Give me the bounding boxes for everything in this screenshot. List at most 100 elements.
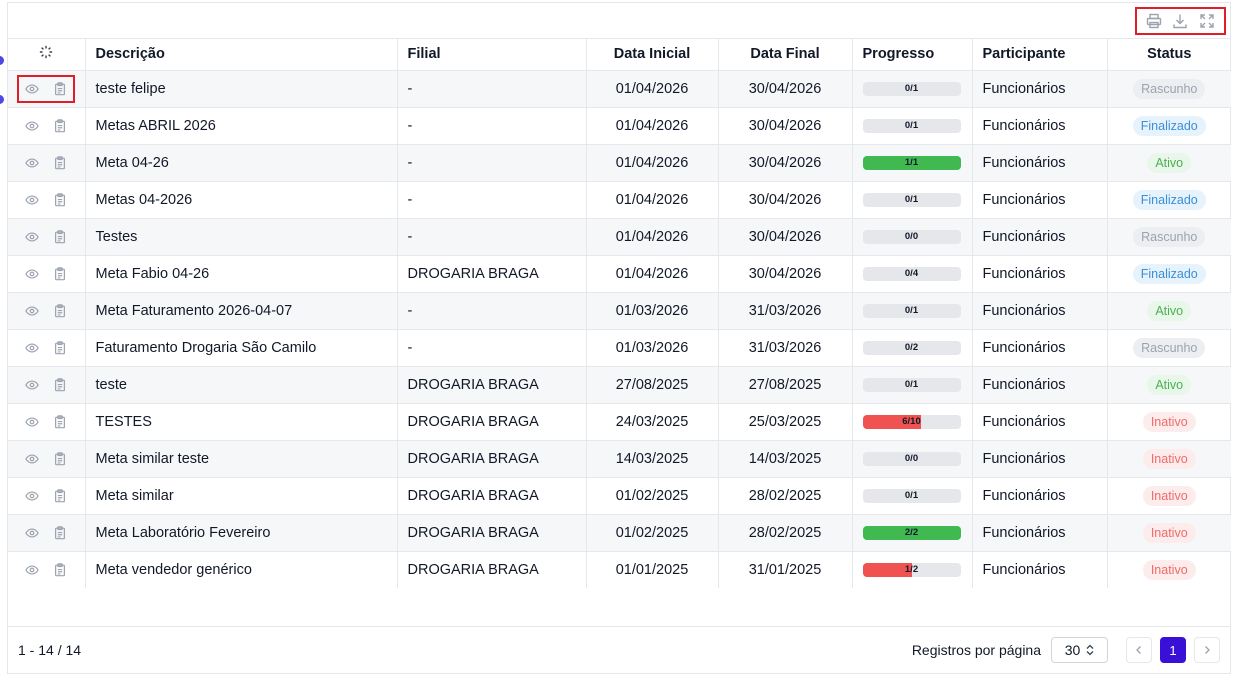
clipboard-icon[interactable]	[53, 303, 67, 318]
eye-icon[interactable]	[25, 415, 40, 429]
clipboard-icon[interactable]	[53, 229, 67, 244]
eye-icon[interactable]	[25, 82, 40, 96]
row-actions-cell	[8, 292, 86, 330]
status-badge: Finalizado	[1132, 115, 1206, 136]
table-row[interactable]: Meta vendedor genérico DROGARIA BRAGA 01…	[8, 551, 1231, 588]
row-actions-cell	[8, 218, 86, 256]
clipboard-icon[interactable]	[53, 563, 67, 577]
table-row[interactable]: Metas 04-2026 - 01/04/2026 30/04/2026 0/…	[8, 181, 1231, 219]
clipboard-icon[interactable]	[53, 266, 67, 281]
table-row[interactable]: Testes - 01/04/2026 30/04/2026 0/0 Funci…	[8, 218, 1231, 256]
cell-data-inicial: 01/03/2026	[586, 329, 719, 367]
table-row[interactable]: Faturamento Drogaria São Camilo - 01/03/…	[8, 329, 1231, 367]
status-badge: Inativo	[1142, 448, 1196, 469]
clipboard-icon[interactable]	[53, 192, 67, 207]
progress-label: 1/2	[904, 563, 919, 575]
table-row[interactable]: Meta 04-26 - 01/04/2026 30/04/2026 1/1 F…	[8, 144, 1231, 182]
cell-progresso: 1/1	[852, 144, 973, 182]
clipboard-icon[interactable]	[53, 377, 67, 392]
cell-data-final: 31/03/2026	[718, 292, 853, 330]
prev-page-button[interactable]	[1126, 637, 1152, 663]
eye-icon[interactable]	[25, 489, 40, 503]
cell-data-inicial: 01/03/2026	[586, 292, 719, 330]
next-page-button[interactable]	[1194, 637, 1220, 663]
table-row[interactable]: TESTES DROGARIA BRAGA 24/03/2025 25/03/2…	[8, 403, 1231, 441]
cell-progresso: 0/1	[852, 107, 973, 145]
column-header-participante[interactable]: Participante	[972, 39, 1108, 71]
clipboard-icon[interactable]	[53, 488, 67, 503]
clipboard-icon[interactable]	[53, 118, 67, 133]
fullscreen-icon[interactable]	[1197, 11, 1217, 31]
table-row[interactable]: Meta similar DROGARIA BRAGA 01/02/2025 2…	[8, 477, 1231, 515]
cell-filial: DROGARIA BRAGA	[397, 440, 587, 478]
eye-icon[interactable]	[25, 119, 40, 133]
clipboard-icon[interactable]	[53, 81, 67, 96]
download-icon[interactable]	[1170, 11, 1190, 31]
print-icon[interactable]	[1144, 11, 1164, 31]
progress-bar: 1/1	[862, 155, 961, 170]
eye-icon[interactable]	[25, 193, 40, 207]
table-row[interactable]: Metas ABRIL 2026 - 01/04/2026 30/04/2026…	[8, 107, 1231, 145]
cell-participante: Funcionários	[972, 440, 1108, 478]
clipboard-icon[interactable]	[53, 525, 67, 540]
cell-descricao: Metas 04-2026	[85, 181, 398, 219]
eye-icon[interactable]	[25, 452, 40, 466]
eye-icon[interactable]	[25, 526, 40, 540]
page-button-current[interactable]: 1	[1160, 637, 1186, 663]
status-badge: Inativo	[1142, 485, 1196, 506]
cell-data-final: 28/02/2025	[718, 514, 853, 552]
eye-icon[interactable]	[25, 378, 40, 392]
row-actions-cell	[8, 107, 86, 145]
eye-icon[interactable]	[25, 156, 40, 170]
table-row[interactable]: Meta Fabio 04-26 DROGARIA BRAGA 01/04/20…	[8, 255, 1231, 293]
eye-icon[interactable]	[25, 563, 40, 577]
clipboard-icon[interactable]	[53, 340, 67, 355]
column-header-status[interactable]: Status	[1107, 39, 1231, 71]
cell-status: Ativo	[1107, 144, 1231, 182]
cell-progresso: 0/1	[852, 366, 973, 404]
column-header-data-final[interactable]: Data Final	[718, 39, 853, 71]
column-header-data-inicial[interactable]: Data Inicial	[586, 39, 719, 71]
column-header-filial[interactable]: Filial	[397, 39, 587, 71]
cell-descricao: Faturamento Drogaria São Camilo	[85, 329, 398, 367]
table-row[interactable]: teste felipe - 01/04/2026 30/04/2026 0/1…	[8, 70, 1231, 108]
cell-descricao: Meta Fabio 04-26	[85, 255, 398, 293]
table-row[interactable]: Meta similar teste DROGARIA BRAGA 14/03/…	[8, 440, 1231, 478]
cell-data-inicial: 01/02/2025	[586, 477, 719, 515]
eye-icon[interactable]	[25, 267, 40, 281]
progress-bar: 0/1	[862, 303, 961, 318]
cell-data-final: 30/04/2026	[718, 144, 853, 182]
clipboard-icon[interactable]	[53, 414, 67, 429]
status-badge: Ativo	[1147, 300, 1192, 321]
clipboard-icon[interactable]	[53, 451, 67, 466]
row-actions-cell	[8, 366, 86, 404]
column-header-progresso[interactable]: Progresso	[852, 39, 973, 71]
clipboard-icon[interactable]	[53, 155, 67, 170]
eye-icon[interactable]	[25, 230, 40, 244]
progress-label: 0/2	[904, 341, 919, 353]
row-actions	[19, 114, 73, 138]
progress-bar: 1/2	[862, 562, 961, 577]
column-header-descricao[interactable]: Descrição	[85, 39, 398, 71]
cell-data-inicial: 01/04/2026	[586, 255, 719, 293]
progress-label: 1/1	[904, 156, 919, 168]
cell-data-inicial: 27/08/2025	[586, 366, 719, 404]
eye-icon[interactable]	[25, 341, 40, 355]
cell-descricao: Meta Laboratório Fevereiro	[85, 514, 398, 552]
cell-data-inicial: 01/04/2026	[586, 70, 719, 108]
cell-data-final: 30/04/2026	[718, 70, 853, 108]
status-badge: Inativo	[1142, 522, 1196, 543]
table-row[interactable]: Meta Faturamento 2026-04-07 - 01/03/2026…	[8, 292, 1231, 330]
table-row[interactable]: teste DROGARIA BRAGA 27/08/2025 27/08/20…	[8, 366, 1231, 404]
cell-descricao: Metas ABRIL 2026	[85, 107, 398, 145]
cell-participante: Funcionários	[972, 366, 1108, 404]
eye-icon[interactable]	[25, 304, 40, 318]
table-row[interactable]: Meta Laboratório Fevereiro DROGARIA BRAG…	[8, 514, 1231, 552]
cell-progresso: 0/1	[852, 181, 973, 219]
progress-label: 0/1	[904, 193, 919, 205]
row-actions	[17, 74, 76, 103]
cell-data-inicial: 01/02/2025	[586, 514, 719, 552]
row-actions	[19, 447, 73, 471]
cell-status: Ativo	[1107, 292, 1231, 330]
per-page-select[interactable]: 30	[1051, 637, 1108, 663]
